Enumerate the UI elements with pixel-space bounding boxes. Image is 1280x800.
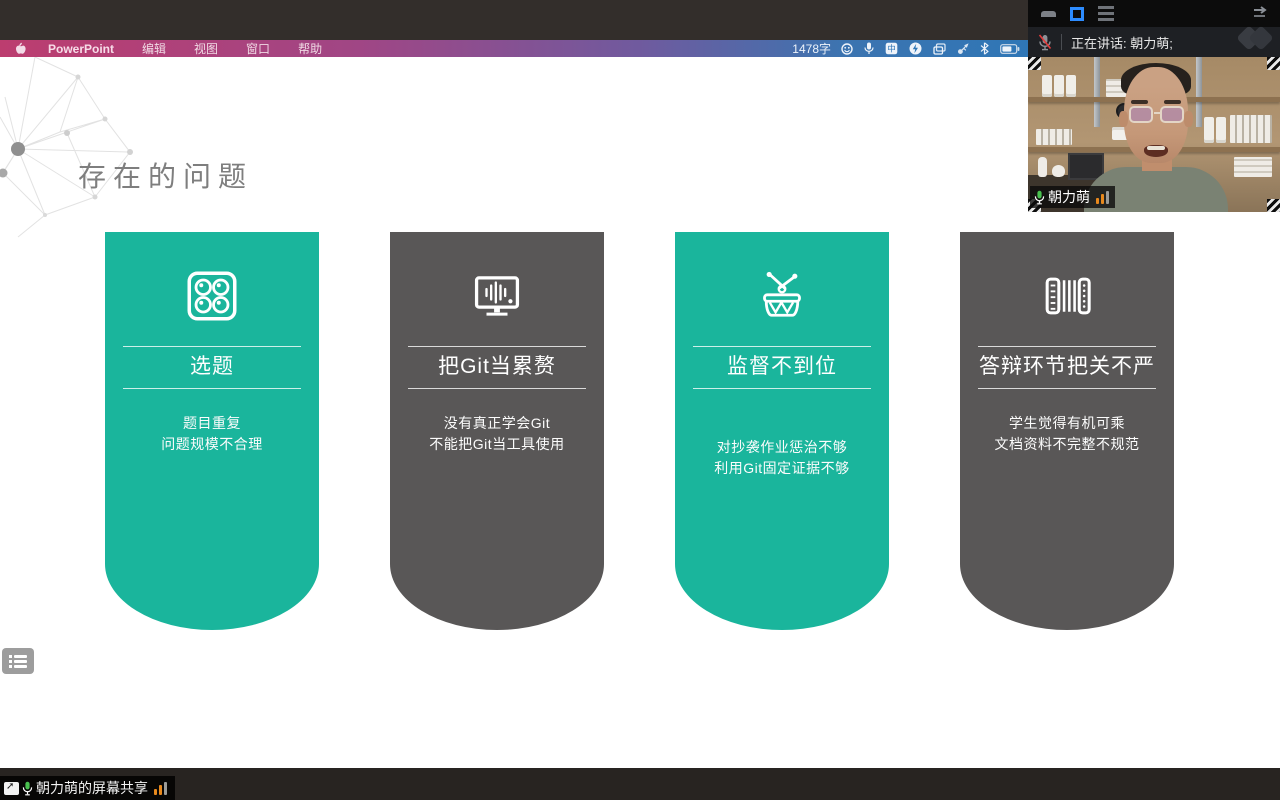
menu-edit[interactable]: 编辑 xyxy=(142,40,166,57)
gallery-view-icon[interactable] xyxy=(1070,7,1084,21)
binder xyxy=(1066,75,1076,97)
divider xyxy=(408,346,586,347)
exit-minimized-view-icon[interactable] xyxy=(1252,5,1270,23)
card-defense: 答辩环节把关不严 学生觉得有机可乘 文档资料不完整不规范 xyxy=(960,232,1174,630)
book-row xyxy=(1036,129,1072,145)
macos-menubar: PowerPoint 编辑 视图 窗口 帮助 1478字 中 xyxy=(0,40,1028,57)
screen-share-icon xyxy=(4,782,19,795)
shelf-post xyxy=(1196,57,1202,127)
flash-circle-icon[interactable] xyxy=(909,42,922,55)
accordion-icon xyxy=(960,266,1174,326)
speaking-label: 正在讲话: 朝力萌; xyxy=(1071,33,1173,52)
share-label-text: 朝力萌的屏幕共享 xyxy=(36,778,148,798)
participant-video[interactable]: 朝力萌 xyxy=(1028,57,1280,212)
muted-mic-icon[interactable] xyxy=(1038,34,1052,51)
card-topic-selection: 选题 题目重复 问题规模不合理 xyxy=(105,232,319,630)
apple-logo-icon[interactable] xyxy=(14,42,26,55)
windows-stack-icon[interactable] xyxy=(933,43,946,55)
menu-help[interactable]: 帮助 xyxy=(298,40,322,57)
bullet-list-icon xyxy=(9,654,27,668)
card-body: 没有真正学会Git 不能把Git当工具使用 xyxy=(390,413,604,455)
battery-icon[interactable] xyxy=(1000,44,1020,54)
glasses-lens xyxy=(1160,106,1184,123)
resize-corner[interactable] xyxy=(1267,57,1280,70)
drum-icon xyxy=(675,266,889,326)
divider xyxy=(978,346,1156,347)
connect-icon[interactable] xyxy=(957,43,969,55)
slide-title: 存在的问题 xyxy=(78,155,253,195)
burner-grid-icon xyxy=(105,266,319,326)
meeting-mini-panel[interactable]: 正在讲话: 朝力萌; xyxy=(1028,0,1280,212)
divider xyxy=(1061,34,1062,50)
divider xyxy=(123,388,301,389)
menu-view[interactable]: 视图 xyxy=(194,40,218,57)
card-git-burden: 把Git当累赘 没有真正学会Git 不能把Git当工具使用 xyxy=(390,232,604,630)
divider xyxy=(408,388,586,389)
participant-name: 朝力萌 xyxy=(1048,187,1090,207)
menubar-app-name[interactable]: PowerPoint xyxy=(48,42,114,56)
word-count-status[interactable]: 1478字 xyxy=(792,40,831,57)
audio-level-icon xyxy=(154,782,167,795)
participant-name-label: 朝力萌 xyxy=(1030,186,1115,208)
divider xyxy=(693,388,871,389)
shelf-post xyxy=(1094,57,1100,127)
book-row xyxy=(1230,115,1272,143)
vase xyxy=(1052,165,1065,177)
card-title: 选题 xyxy=(105,352,319,382)
minimize-icon[interactable] xyxy=(1041,11,1056,17)
resize-corner[interactable] xyxy=(1028,57,1041,70)
audio-level-icon xyxy=(1096,191,1109,204)
bottom-strip: 朝力萌的屏幕共享 xyxy=(0,768,1280,800)
eyebrow xyxy=(1164,100,1181,104)
card-body: 对抄袭作业惩治不够 利用Git固定证据不够 xyxy=(675,437,889,479)
vase xyxy=(1038,157,1047,177)
slide-navigator-button[interactable] xyxy=(2,648,34,674)
binder xyxy=(1054,75,1064,97)
active-mic-icon xyxy=(22,781,33,796)
resize-corner[interactable] xyxy=(1267,199,1280,212)
divider xyxy=(123,346,301,347)
desktop: PowerPoint 编辑 视图 窗口 帮助 1478字 中 xyxy=(0,0,1280,800)
meeting-controls xyxy=(1028,0,1280,27)
screen-share-status: 朝力萌的屏幕共享 xyxy=(0,776,175,800)
logo-watermark xyxy=(1240,29,1270,47)
eyebrow xyxy=(1131,100,1148,104)
card-supervision: 监督不到位 对抄袭作业惩治不够 利用Git固定证据不够 xyxy=(675,232,889,630)
card-body: 学生觉得有机可乘 文档资料不完整不规范 xyxy=(960,413,1174,455)
ear xyxy=(1184,111,1193,127)
glasses-bridge xyxy=(1154,112,1161,114)
divider xyxy=(693,346,871,347)
monitor-waveform-icon xyxy=(390,266,604,326)
list-view-icon[interactable] xyxy=(1098,6,1114,21)
book-stack xyxy=(1234,157,1272,177)
glasses-lens xyxy=(1129,106,1153,123)
card-title: 监督不到位 xyxy=(675,352,889,382)
speaking-status-bar: 正在讲话: 朝力萌; xyxy=(1028,27,1280,57)
microphone-icon[interactable] xyxy=(864,42,874,55)
shared-screen-top-strip xyxy=(0,0,1028,40)
input-source-icon[interactable]: 中 xyxy=(885,42,898,55)
card-body: 题目重复 问题规模不合理 xyxy=(105,413,319,455)
active-mic-icon xyxy=(1034,190,1045,205)
menu-window[interactable]: 窗口 xyxy=(246,40,270,57)
card-title: 把Git当累赘 xyxy=(390,352,604,382)
bluetooth-icon[interactable] xyxy=(980,42,989,55)
emoji-icon[interactable] xyxy=(841,43,853,55)
binder xyxy=(1204,117,1214,143)
binder xyxy=(1042,75,1052,97)
mouth xyxy=(1144,145,1168,157)
ear xyxy=(1119,111,1128,127)
divider xyxy=(978,388,1156,389)
card-title: 答辩环节把关不严 xyxy=(960,352,1174,382)
binder xyxy=(1216,117,1226,143)
svg-text:中: 中 xyxy=(887,44,895,54)
